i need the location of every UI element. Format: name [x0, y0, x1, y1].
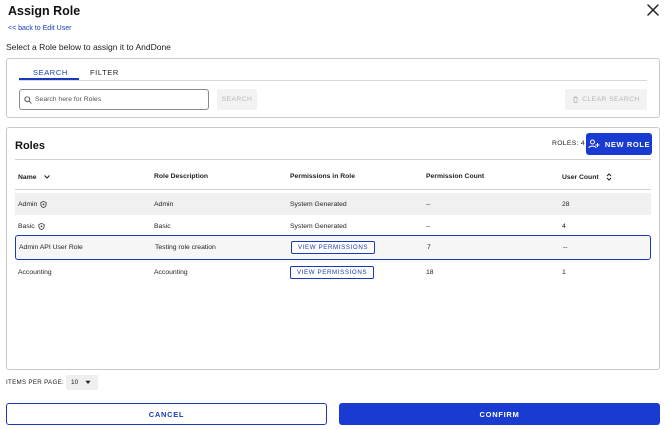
dialog-title: Assign Role: [8, 4, 81, 18]
search-button[interactable]: SEARCH: [217, 89, 257, 110]
role-name: Basic: [18, 222, 35, 230]
sort-icon[interactable]: [605, 173, 613, 181]
column-header-role-description: Role Description: [154, 173, 209, 180]
user-count: 1: [562, 268, 566, 276]
column-header-user-count: User Count: [562, 173, 613, 181]
divider: [15, 159, 651, 160]
new-role-button[interactable]: NEW ROLE: [586, 133, 652, 155]
column-header-name: Name: [18, 173, 51, 181]
active-tab-indicator: [19, 78, 79, 80]
search-field[interactable]: [19, 89, 209, 110]
cancel-button[interactable]: CANCEL: [6, 403, 327, 425]
table-row[interactable]: Accounting Accounting VIEW PERMISSIONS 1…: [15, 261, 651, 283]
chevron-down-icon[interactable]: [43, 173, 51, 181]
items-per-page-label: ITEMS PER PAGE:: [6, 379, 65, 386]
items-per-page-select[interactable]: 10: [66, 375, 98, 390]
add-user-icon: [588, 139, 600, 149]
permissions-text: System Generated: [290, 222, 347, 230]
new-role-label: NEW ROLE: [604, 139, 651, 149]
permission-count: 7: [427, 244, 431, 251]
shield-icon: [40, 200, 47, 208]
role-name: Accounting: [18, 268, 52, 276]
role-name: Admin: [18, 200, 38, 208]
back-to-edit-user-link[interactable]: << back to Edit User: [8, 25, 71, 32]
roles-title: Roles: [15, 140, 45, 152]
tab-search[interactable]: SEARCH: [33, 68, 68, 77]
role-description: Admin: [154, 200, 174, 208]
dialog-subtitle: Select a Role below to assign it to AndD…: [6, 42, 171, 52]
header-divider: [15, 189, 651, 190]
role-description: Testing role creation: [155, 244, 216, 251]
search-panel: SEARCH FILTER SEARCH CLEAR SEARCH: [6, 58, 660, 118]
tab-filter[interactable]: FILTER: [90, 68, 119, 77]
permission-count: --: [426, 200, 431, 208]
items-per-page-value: 10: [71, 379, 79, 386]
caret-down-icon: [85, 380, 91, 385]
view-permissions-button[interactable]: VIEW PERMISSIONS: [291, 241, 376, 254]
roles-panel: Roles ROLES: 4 NEW ROLE Name Role Descri…: [6, 127, 660, 370]
confirm-button[interactable]: CONFIRM: [339, 403, 660, 425]
trash-icon: [572, 96, 579, 103]
table-row-selected[interactable]: Admin API User Role Testing role creatio…: [15, 235, 651, 260]
role-description: Accounting: [154, 268, 188, 276]
close-icon[interactable]: [646, 3, 660, 17]
tab-divider: [19, 80, 647, 81]
table-row[interactable]: Basic Basic System Generated -- 4: [15, 215, 651, 237]
role-description: Basic: [154, 222, 171, 230]
user-count: 4: [562, 222, 566, 230]
shield-icon: [38, 222, 45, 230]
column-header-permissions: Permissions in Role: [290, 173, 355, 180]
search-icon: [24, 95, 32, 104]
permissions-text: System Generated: [290, 200, 347, 208]
permission-count: 18: [426, 268, 434, 276]
table-row[interactable]: Admin Admin System Generated -- 28: [15, 193, 651, 215]
user-count: --: [563, 244, 568, 251]
view-permissions-button[interactable]: VIEW PERMISSIONS: [290, 265, 375, 279]
clear-search-label: CLEAR SEARCH: [582, 96, 640, 103]
user-count: 28: [562, 200, 570, 208]
column-header-permission-count: Permission Count: [426, 173, 485, 180]
role-name: Admin API User Role: [19, 244, 83, 251]
roles-count: ROLES: 4: [552, 140, 585, 147]
clear-search-button[interactable]: CLEAR SEARCH: [565, 89, 647, 110]
permission-count: --: [426, 222, 431, 230]
search-input[interactable]: [35, 96, 195, 103]
